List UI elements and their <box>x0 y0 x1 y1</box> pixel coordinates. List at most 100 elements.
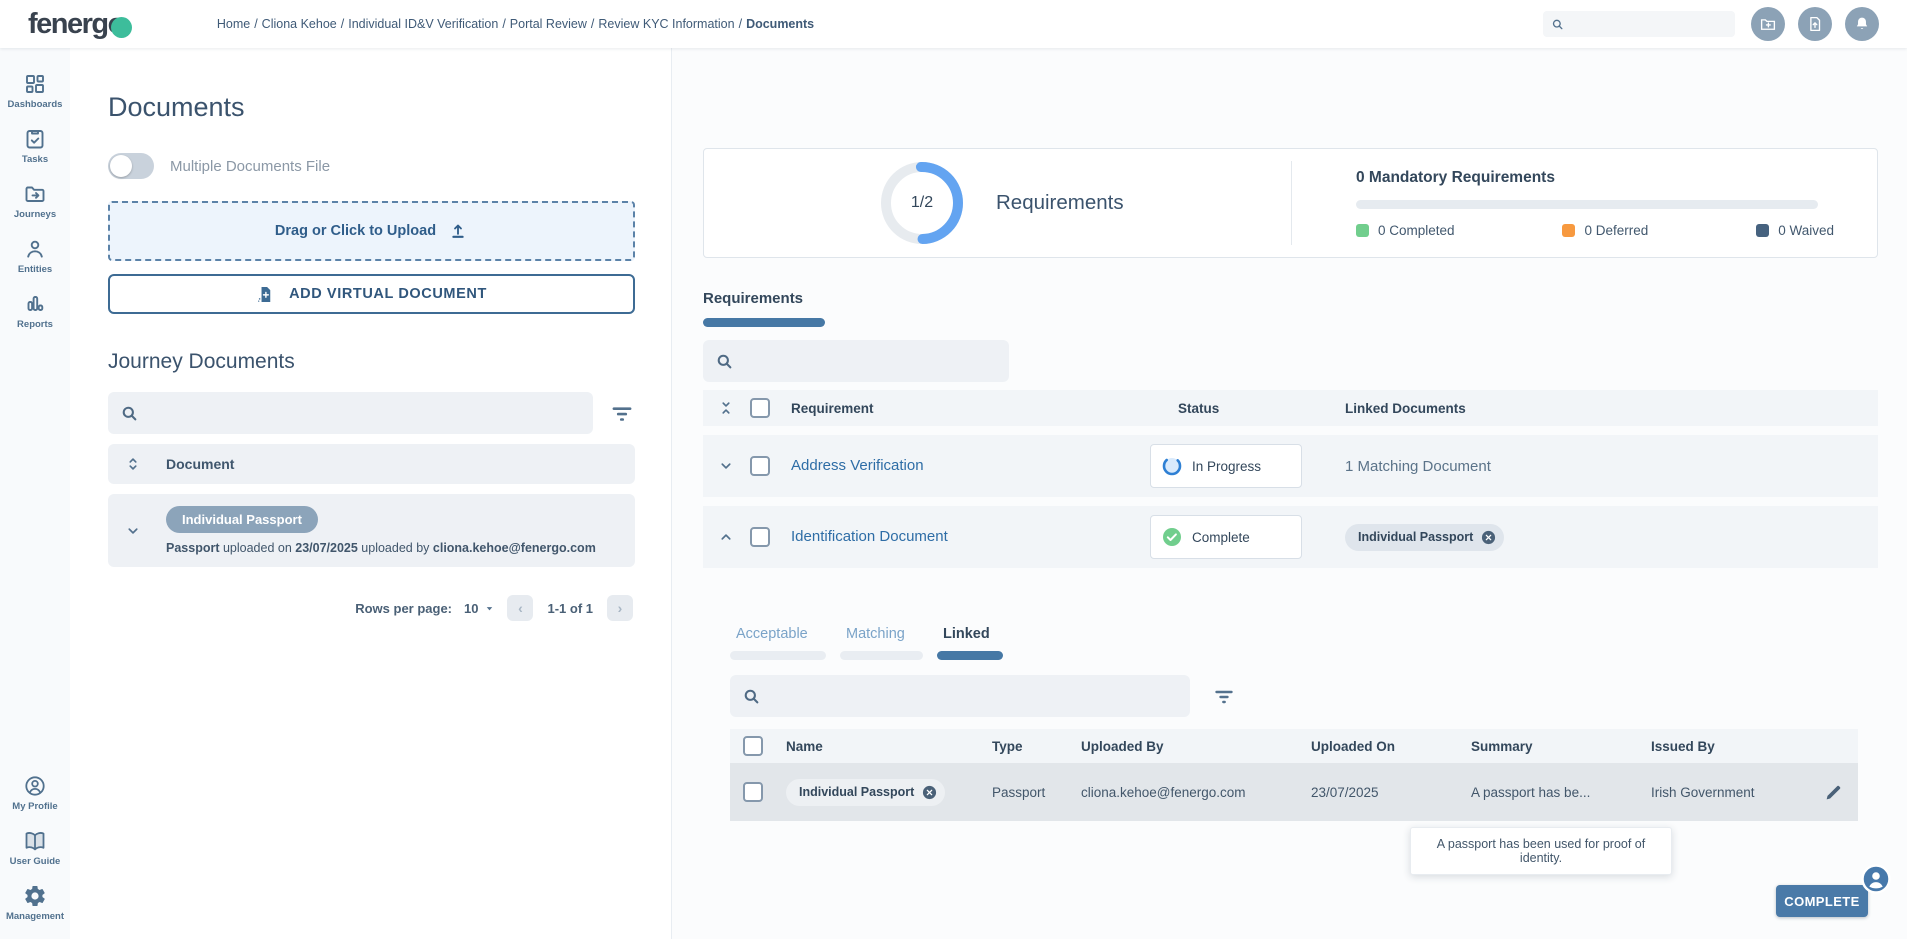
document-name-chip[interactable]: Individual Passport <box>786 779 945 806</box>
multiple-documents-toggle[interactable] <box>108 153 154 179</box>
select-all-checkbox[interactable] <box>743 736 763 756</box>
notifications-button[interactable] <box>1845 7 1879 41</box>
column-header-uploaded-on: Uploaded On <box>1311 739 1471 754</box>
tab-indicator <box>840 651 923 660</box>
search-icon <box>1551 17 1564 32</box>
filter-icon[interactable] <box>1212 684 1236 708</box>
requirement-link[interactable]: Identification Document <box>791 528 948 545</box>
in-progress-icon <box>1161 455 1183 477</box>
requirements-donut-chart: 1/2 <box>880 161 964 245</box>
column-header-uploaded-by: Uploaded By <box>1081 739 1311 754</box>
book-icon <box>23 829 47 853</box>
linked-documents-search[interactable] <box>730 675 1190 717</box>
status-legend: 0 Completed 0 Deferred 0 Waived <box>1356 223 1834 238</box>
requirement-row-address-verification[interactable]: Address Verification In Progress 1 Match… <box>703 435 1878 497</box>
requirement-row-identification-document[interactable]: Identification Document Complete Individ… <box>703 506 1878 568</box>
filter-icon[interactable] <box>609 400 635 426</box>
global-search[interactable] <box>1543 11 1735 37</box>
sidebar-item-entities[interactable]: Entities <box>0 229 70 284</box>
fenergo-logo[interactable]: fenergo <box>28 8 132 41</box>
sidebar-item-reports[interactable]: Reports <box>0 284 70 339</box>
global-search-input[interactable] <box>1570 17 1727 31</box>
document-upload-icon <box>1806 15 1824 33</box>
logo-text: fenergo <box>28 8 124 41</box>
upload-document-button[interactable] <box>1798 7 1832 41</box>
rows-per-page-select[interactable]: 10 <box>464 601 495 616</box>
next-page-button[interactable]: › <box>607 595 633 621</box>
linked-document-row[interactable]: Individual Passport Passport cliona.keho… <box>730 763 1858 821</box>
documents-panel: Documents Multiple Documents File Drag o… <box>70 48 672 939</box>
assistant-bubble-icon[interactable] <box>1860 863 1892 895</box>
sidebar-item-management[interactable]: Management <box>0 876 70 931</box>
caret-down-icon <box>484 603 495 614</box>
requirements-table-header: Requirement Status Linked Documents <box>703 390 1878 426</box>
sidebar-item-tasks[interactable]: Tasks <box>0 119 70 174</box>
journey-documents-search-input[interactable] <box>147 405 581 421</box>
journey-documents-table-header: Document <box>108 444 635 484</box>
requirement-link[interactable]: Address Verification <box>791 457 924 474</box>
journey-document-row[interactable]: Individual Passport Passport uploaded on… <box>108 494 635 567</box>
search-icon <box>742 687 761 706</box>
folder-plus-icon <box>1759 15 1777 33</box>
legend-waived: 0 Waived <box>1756 223 1834 238</box>
remove-chip-icon[interactable] <box>1480 529 1497 546</box>
document-chip[interactable]: Individual Passport <box>166 506 318 533</box>
sidebar-item-journeys[interactable]: Journeys <box>0 174 70 229</box>
add-virtual-document-button[interactable]: ADD VIRTUAL DOCUMENT <box>108 274 635 314</box>
edit-pencil-icon[interactable] <box>1824 782 1844 802</box>
legend-completed: 0 Completed <box>1356 223 1455 238</box>
documents-title: Documents <box>108 92 635 123</box>
donut-value: 1/2 <box>880 161 964 245</box>
status-text: In Progress <box>1192 459 1261 474</box>
sidebar-item-user-guide[interactable]: User Guide <box>0 821 70 876</box>
breadcrumb-item[interactable]: Portal Review <box>510 17 587 31</box>
linked-documents-search-input[interactable] <box>769 688 1178 704</box>
rows-per-page-label: Rows per page: <box>355 601 452 616</box>
requirements-search-input[interactable] <box>742 353 997 369</box>
tab-indicator <box>730 651 826 660</box>
tab-label: Linked <box>937 626 1003 642</box>
sidebar-item-dashboards[interactable]: Dashboards <box>0 64 70 119</box>
person-circle-icon <box>23 774 47 798</box>
cell-uploaded-on: 23/07/2025 <box>1311 785 1471 800</box>
breadcrumb-item[interactable]: Cliona Kehoe <box>262 17 337 31</box>
chip-label: Individual Passport <box>799 785 914 799</box>
journey-documents-search[interactable] <box>108 392 593 434</box>
rows-per-page-value: 10 <box>464 601 478 616</box>
main-content: 1/2 Requirements 0 Mandatory Requirement… <box>672 48 1907 939</box>
breadcrumb: Home/Cliona Kehoe/Individual ID&V Verifi… <box>217 17 814 31</box>
chevron-down-icon[interactable] <box>717 457 735 475</box>
add-folder-button[interactable] <box>1751 7 1785 41</box>
row-checkbox[interactable] <box>743 782 763 802</box>
tab-label: Requirements <box>703 290 803 307</box>
search-icon <box>120 404 139 423</box>
legend-deferred: 0 Deferred <box>1562 223 1648 238</box>
icon-rail: Dashboards Tasks Journeys Entities Repor… <box>0 48 70 939</box>
linked-document-chip[interactable]: Individual Passport <box>1345 524 1504 551</box>
breadcrumb-item[interactable]: Individual ID&V Verification <box>348 17 498 31</box>
x-circle-icon <box>1480 529 1497 546</box>
requirements-search[interactable] <box>703 340 1009 382</box>
breadcrumb-item: Documents <box>746 17 814 31</box>
breadcrumb-item[interactable]: Home <box>217 17 250 31</box>
tab-matching[interactable]: Matching <box>840 626 923 660</box>
tab-acceptable[interactable]: Acceptable <box>730 626 826 660</box>
remove-chip-icon[interactable] <box>921 784 938 801</box>
select-all-checkbox[interactable] <box>750 398 770 418</box>
sidebar-label: My Profile <box>12 801 57 812</box>
breadcrumb-item[interactable]: Review KYC Information <box>598 17 734 31</box>
complete-button[interactable]: COMPLETE <box>1776 885 1868 917</box>
bell-icon <box>1853 15 1871 33</box>
previous-page-button[interactable]: ‹ <box>507 595 533 621</box>
tab-requirements[interactable]: Requirements <box>703 290 825 327</box>
row-checkbox[interactable] <box>750 456 770 476</box>
sidebar-item-my-profile[interactable]: My Profile <box>0 766 70 821</box>
chevron-up-icon[interactable] <box>717 528 735 546</box>
chevron-down-icon[interactable] <box>124 522 142 540</box>
sort-icon[interactable] <box>124 455 142 473</box>
row-checkbox[interactable] <box>750 527 770 547</box>
chip-label: Individual Passport <box>1358 530 1473 544</box>
collapse-all-icon[interactable] <box>717 399 735 417</box>
upload-dropzone[interactable]: Drag or Click to Upload <box>108 201 635 261</box>
tab-linked[interactable]: Linked <box>937 626 1003 660</box>
